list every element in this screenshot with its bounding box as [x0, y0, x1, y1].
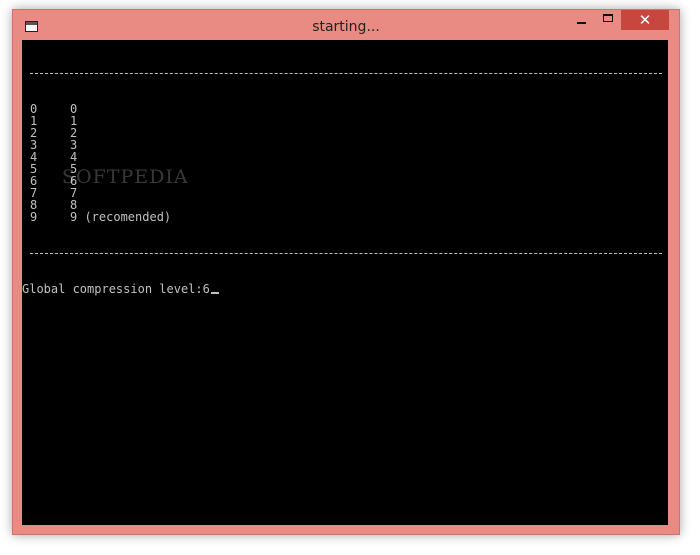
text-cursor: [210, 292, 219, 294]
level-row: 00: [22, 103, 219, 115]
console-window: starting... ✕ 00112233445566778899 (reco…: [12, 9, 680, 535]
minimize-button[interactable]: [568, 10, 595, 30]
level-row: 33: [22, 139, 219, 151]
divider-top: [22, 67, 662, 79]
maximize-button[interactable]: [595, 10, 621, 30]
level-list: 00112233445566778899 (recomended): [22, 103, 219, 223]
close-button[interactable]: ✕: [621, 10, 669, 30]
softpedia-watermark: SOFTPEDIA: [62, 166, 189, 188]
level-value: 9 (recomended): [70, 210, 172, 224]
maximize-icon: [603, 14, 613, 22]
prompt-label: Global compression level:: [22, 282, 203, 296]
divider-bottom: [22, 247, 662, 259]
title-bar[interactable]: starting... ✕: [13, 10, 679, 40]
level-row: 44: [22, 151, 219, 163]
level-row: 77: [22, 187, 219, 199]
minimize-icon: [577, 22, 586, 24]
console-area[interactable]: 00112233445566778899 (recomended) Global…: [22, 40, 668, 525]
level-number: 9: [30, 210, 38, 224]
prompt-input-value[interactable]: 6: [203, 282, 210, 296]
prompt-line[interactable]: Global compression level:6: [22, 283, 219, 295]
level-row: 9 9 (recomended): [22, 211, 219, 223]
close-icon: ✕: [638, 11, 652, 29]
level-row: 11: [22, 115, 219, 127]
level-row: 22: [22, 127, 219, 139]
